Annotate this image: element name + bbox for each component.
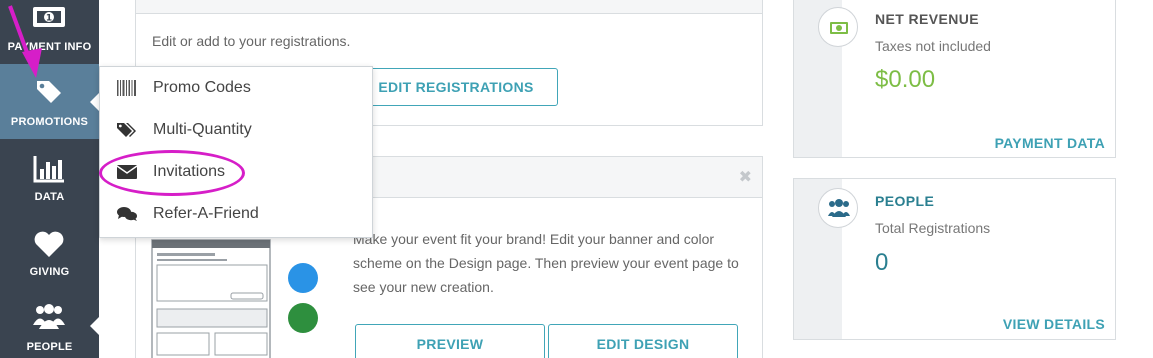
sidebar-item-giving[interactable]: GIVING bbox=[0, 214, 99, 289]
people-title: PEOPLE bbox=[875, 193, 935, 209]
preview-button[interactable]: PREVIEW bbox=[355, 324, 545, 358]
sidebar-item-label: PROMOTIONS bbox=[10, 116, 89, 128]
comments-icon bbox=[117, 207, 137, 221]
people-subtitle: Total Registrations bbox=[875, 220, 991, 236]
revenue-title: NET REVENUE bbox=[875, 11, 979, 27]
color-swatch-blue bbox=[288, 263, 318, 293]
menu-item-multi-quantity[interactable]: Multi-Quantity bbox=[100, 109, 372, 151]
color-swatch-green bbox=[288, 303, 318, 333]
users-icon bbox=[828, 199, 850, 217]
payment-data-link[interactable]: PAYMENT DATA bbox=[995, 135, 1105, 151]
edit-design-button[interactable]: EDIT DESIGN bbox=[548, 324, 738, 358]
annotation-highlight-ellipse bbox=[99, 150, 245, 196]
active-caret bbox=[90, 93, 99, 111]
revenue-subtitle: Taxes not included bbox=[875, 38, 991, 54]
sidebar-item-label: PEOPLE bbox=[26, 341, 73, 353]
net-revenue-card: NET REVENUE Taxes not included $0.00 PAY… bbox=[793, 0, 1116, 158]
bar-chart-icon bbox=[33, 156, 64, 183]
menu-item-label: Promo Codes bbox=[153, 79, 251, 96]
revenue-icon-circle bbox=[818, 7, 858, 47]
menu-item-label: Refer-A-Friend bbox=[153, 205, 259, 222]
people-value: 0 bbox=[875, 249, 889, 276]
barcode-icon bbox=[117, 80, 136, 96]
registrations-text: Edit or add to your registrations. bbox=[152, 33, 351, 49]
sidebar-item-label: DATA bbox=[34, 191, 65, 203]
view-details-link[interactable]: VIEW DETAILS bbox=[1003, 316, 1105, 332]
card-header bbox=[136, 0, 762, 14]
design-text: Make your event fit your brand! Edit you… bbox=[353, 231, 739, 295]
users-icon bbox=[33, 304, 65, 329]
sidebar-item-people[interactable]: PEOPLE bbox=[0, 289, 99, 358]
money-icon bbox=[830, 22, 848, 34]
edit-registrations-button[interactable]: EDIT REGISTRATIONS bbox=[354, 68, 558, 106]
menu-item-promo-codes[interactable]: Promo Codes bbox=[100, 67, 372, 109]
sidebar-item-data[interactable]: DATA bbox=[0, 139, 99, 214]
tags-icon bbox=[117, 123, 136, 137]
active-caret bbox=[90, 317, 99, 335]
people-icon-circle bbox=[818, 188, 858, 228]
menu-item-label: Multi-Quantity bbox=[153, 121, 252, 138]
design-preview-illustration bbox=[151, 239, 271, 358]
revenue-value: $0.00 bbox=[875, 66, 936, 93]
close-icon[interactable]: ✖ bbox=[739, 167, 752, 187]
heart-icon bbox=[34, 231, 64, 257]
people-card: PEOPLE Total Registrations 0 VIEW DETAIL… bbox=[793, 178, 1116, 340]
menu-item-refer-a-friend[interactable]: Refer-A-Friend bbox=[100, 193, 372, 235]
sidebar-item-label: GIVING bbox=[29, 266, 70, 278]
annotation-arrow bbox=[8, 5, 42, 78]
